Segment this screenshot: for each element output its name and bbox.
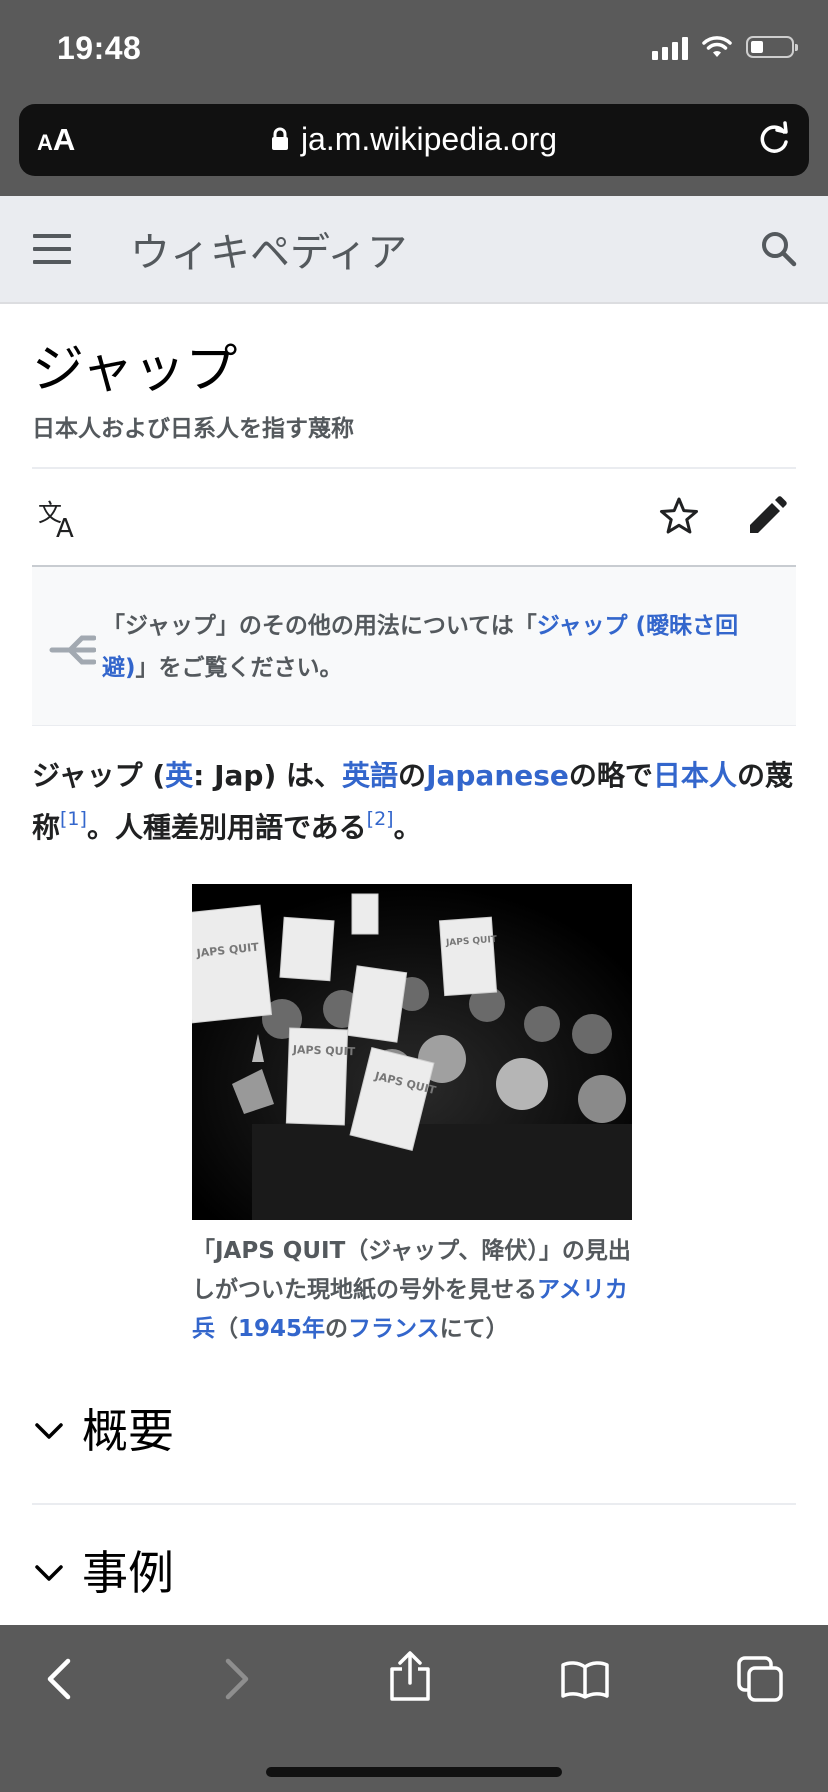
disambiguation-hatnote: 「ジャップ」のその他の用法については「ジャップ (曖昧さ回避)」をご覧ください。 xyxy=(32,567,796,727)
article-content: ジャップ 日本人および日系人を指す蔑称 文 A 「ジャップ」のその他の用法につい… xyxy=(32,304,796,1647)
star-icon[interactable] xyxy=(658,495,700,537)
figure-caption: 「JAPS QUIT（ジャップ、降伏）」の見出しがついた現地紙の号外を見せるアメ… xyxy=(192,1238,631,1343)
wiki-header: ウィキペディア xyxy=(0,196,828,304)
page-title: ジャップ xyxy=(32,340,238,400)
link-japanese-people[interactable]: 日本人 xyxy=(653,759,737,792)
battery-icon xyxy=(746,36,798,58)
section-overview[interactable]: 概要 xyxy=(32,1363,796,1506)
link-eng[interactable]: 英 xyxy=(165,759,193,792)
disambiguation-icon xyxy=(49,635,96,665)
status-icons xyxy=(652,34,798,60)
wifi-icon xyxy=(702,36,732,57)
link-english-language[interactable]: 英語 xyxy=(342,759,398,792)
url-display[interactable]: ja.m.wikipedia.org xyxy=(19,121,809,158)
back-icon[interactable] xyxy=(44,1657,74,1701)
forward-icon[interactable] xyxy=(222,1657,252,1701)
svg-text:A: A xyxy=(56,514,74,539)
language-icon[interactable]: 文 A xyxy=(38,499,82,539)
page-actions-bar: 文 A xyxy=(32,467,796,568)
reference-1[interactable]: [1] xyxy=(60,808,87,830)
cellular-signal-icon xyxy=(652,34,688,60)
browser-toolbar xyxy=(0,1625,828,1792)
url-text: ja.m.wikipedia.org xyxy=(300,121,558,157)
url-bar[interactable]: AA ja.m.wikipedia.org xyxy=(19,104,809,176)
section-title: 事例 xyxy=(82,1546,174,1601)
edit-pencil-icon[interactable] xyxy=(746,495,788,537)
lead-paragraph: ジャップ (英: Jap) は、英語のJapaneseの略で日本人の蔑称[1]。… xyxy=(32,759,793,845)
chevron-down-icon xyxy=(35,1423,63,1439)
reference-2[interactable]: [2] xyxy=(367,808,394,830)
reload-icon[interactable] xyxy=(755,120,793,158)
chevron-down-icon xyxy=(35,1565,63,1581)
tabs-icon[interactable] xyxy=(736,1655,784,1703)
status-time: 19:48 xyxy=(57,30,142,66)
article-figure: JAPS QUIT JAPS QUIT JAPS QUIT JAPS QUIT … xyxy=(192,884,632,1349)
section-title: 概要 xyxy=(82,1404,174,1459)
bookmarks-icon[interactable] xyxy=(560,1659,610,1699)
page-subtitle: 日本人および日系人を指す蔑称 xyxy=(32,416,354,443)
share-icon[interactable] xyxy=(388,1651,432,1703)
hatnote-text: 「ジャップ」のその他の用法については「ジャップ (曖昧さ回避)」をご覧ください。 xyxy=(102,613,739,682)
link-japanese[interactable]: Japanese xyxy=(426,759,569,792)
newspaper-photo[interactable]: JAPS QUIT JAPS QUIT JAPS QUIT JAPS QUIT xyxy=(192,884,632,1221)
caption-link-1945[interactable]: 1945年 xyxy=(238,1316,325,1342)
photo-rendering: JAPS QUIT JAPS QUIT JAPS QUIT JAPS QUIT xyxy=(192,884,632,1221)
search-icon[interactable] xyxy=(760,230,798,268)
menu-icon[interactable] xyxy=(33,234,71,273)
caption-link-france[interactable]: フランス xyxy=(348,1316,440,1342)
browser-top-chrome: 19:48 AA ja.m.wikipedia.org xyxy=(0,0,828,196)
lock-icon xyxy=(271,127,288,150)
home-indicator xyxy=(266,1767,562,1777)
svg-text:JAPS QUIT: JAPS QUIT xyxy=(292,1043,356,1058)
wikipedia-wordmark[interactable]: ウィキペディア xyxy=(130,220,407,278)
